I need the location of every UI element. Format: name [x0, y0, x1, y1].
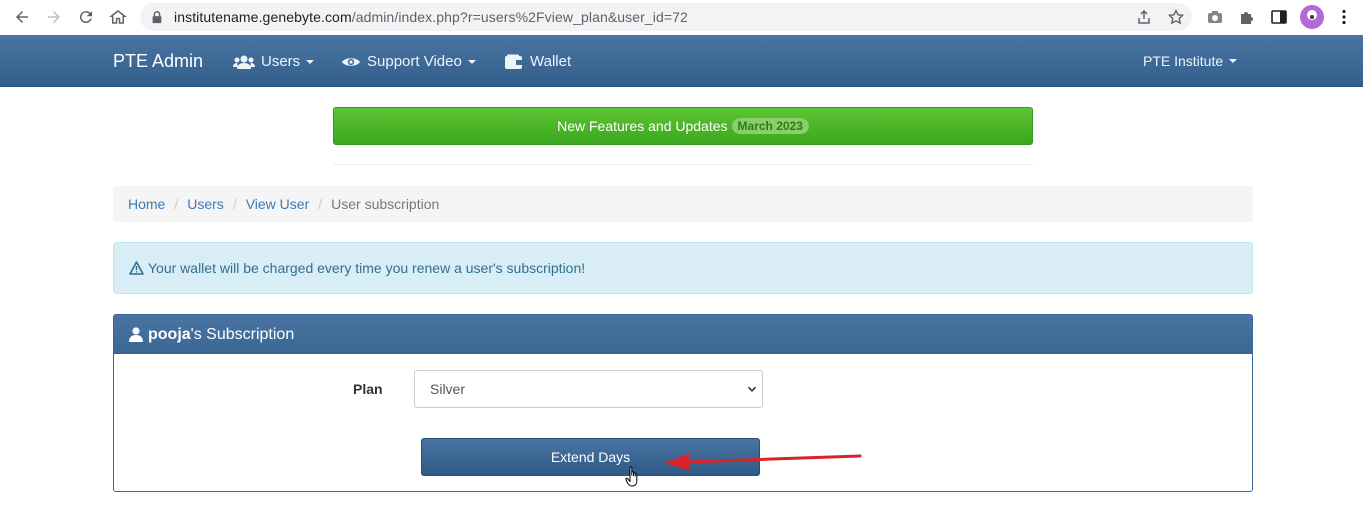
alert-text: Your wallet will be charged every time y…	[148, 260, 586, 276]
back-icon[interactable]	[12, 7, 32, 27]
user-icon	[129, 327, 143, 342]
breadcrumb-separator: /	[318, 196, 323, 212]
caret-down-icon	[467, 59, 476, 64]
nav-support-video-label: Support Video	[367, 53, 462, 70]
account-label: PTE Institute	[1143, 53, 1224, 69]
nav-support-video[interactable]: Support Video	[341, 53, 476, 70]
chevron-down-icon	[747, 386, 757, 392]
lock-icon	[152, 11, 162, 24]
nav-account-menu[interactable]: PTE Institute	[1143, 53, 1238, 69]
caret-down-icon	[306, 59, 315, 64]
panel-heading: pooja's Subscription	[114, 315, 1252, 354]
side-panel-icon[interactable]	[1270, 8, 1288, 26]
camera-icon[interactable]	[1206, 8, 1224, 26]
new-features-button[interactable]: New Features and Updates March 2023	[333, 107, 1033, 145]
subscription-title: 's Subscription	[190, 325, 295, 343]
forward-icon[interactable]	[44, 7, 64, 27]
breadcrumb-separator: /	[232, 196, 237, 212]
home-icon[interactable]	[108, 7, 128, 27]
wallet-alert: Your wallet will be charged every time y…	[113, 242, 1253, 294]
subscription-panel: pooja's Subscription Plan Silver Extend …	[113, 314, 1253, 492]
top-navbar: PTE Admin Users Support Video Wallet PTE…	[0, 35, 1363, 87]
nav-wallet-label: Wallet	[530, 53, 572, 70]
breadcrumb: Home / Users / View User / User subscrip…	[113, 186, 1253, 222]
plan-selected-value: Silver	[430, 381, 466, 397]
wallet-icon	[505, 54, 523, 69]
url-text: institutename.genebyte.com/admin/index.p…	[174, 9, 688, 25]
url-host: institutename.genebyte.com	[174, 9, 352, 25]
nav-users-label: Users	[261, 53, 301, 70]
plan-select[interactable]: Silver	[414, 370, 763, 408]
announcement-badge: March 2023	[731, 118, 809, 134]
brand-link[interactable]: PTE Admin	[113, 51, 203, 72]
reload-icon[interactable]	[76, 7, 96, 27]
extensions-puzzle-icon[interactable]	[1238, 8, 1256, 26]
address-bar[interactable]: institutename.genebyte.com/admin/index.p…	[140, 3, 1192, 31]
share-icon[interactable]	[1136, 9, 1152, 25]
breadcrumb-users[interactable]: Users	[187, 196, 224, 212]
avatar-icon	[1307, 10, 1317, 20]
breadcrumb-separator: /	[174, 196, 179, 212]
profile-avatar[interactable]	[1300, 5, 1324, 29]
bookmark-star-icon[interactable]	[1168, 9, 1184, 25]
warning-icon	[129, 261, 144, 275]
users-icon	[233, 55, 255, 69]
browser-toolbar: institutename.genebyte.com/admin/index.p…	[0, 0, 1363, 34]
url-path: /admin/index.php?r=users%2Fview_plan&use…	[351, 9, 688, 25]
breadcrumb-view-user[interactable]: View User	[246, 196, 310, 212]
nav-users[interactable]: Users	[233, 53, 315, 70]
breadcrumb-current: User subscription	[331, 196, 440, 212]
subscription-user-name: pooja	[148, 325, 191, 343]
plan-label: Plan	[353, 381, 383, 397]
more-vert-icon[interactable]	[1335, 8, 1353, 26]
eye-icon	[342, 57, 360, 66]
extend-days-button[interactable]: Extend Days	[421, 438, 760, 476]
announcement-label: New Features and Updates	[557, 118, 728, 134]
divider	[333, 164, 1033, 165]
caret-down-icon	[1229, 59, 1238, 63]
nav-wallet[interactable]: Wallet	[504, 53, 571, 70]
breadcrumb-home[interactable]: Home	[128, 196, 165, 212]
